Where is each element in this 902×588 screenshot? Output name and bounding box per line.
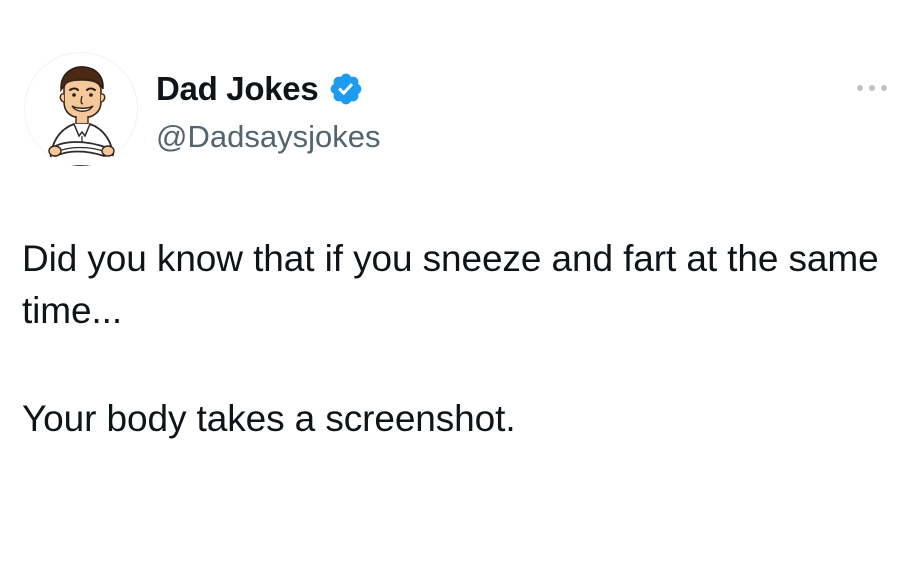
- display-name[interactable]: Dad Jokes: [156, 67, 319, 111]
- tweet-text: Did you know that if you sneeze and fart…: [22, 233, 882, 445]
- author-handle[interactable]: @Dadsaysjokes: [156, 117, 380, 157]
- avatar[interactable]: [24, 52, 138, 166]
- more-options-button[interactable]: [852, 76, 892, 100]
- author-name-row: Dad Jokes: [156, 67, 364, 111]
- tweet-card: Dad Jokes @Dadsaysjokes Did you know tha…: [0, 0, 902, 588]
- ellipsis-icon: [857, 85, 887, 91]
- tweet-text-line-1: Did you know that if you sneeze and fart…: [22, 238, 879, 331]
- tweet-text-line-2: Your body takes a screenshot.: [22, 398, 516, 439]
- cartoon-man-avatar-icon: [48, 66, 115, 166]
- verified-badge-icon[interactable]: [328, 71, 364, 107]
